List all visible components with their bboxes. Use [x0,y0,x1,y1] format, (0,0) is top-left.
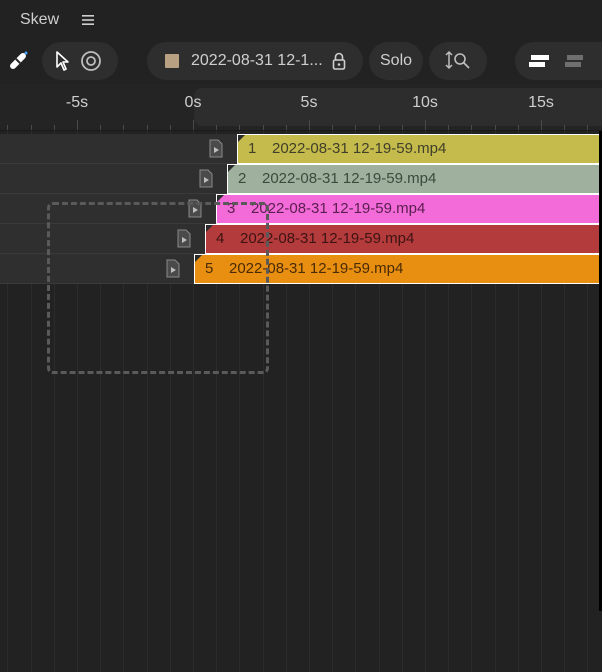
ruler-tick [263,125,264,130]
ruler-tick [402,125,403,130]
ruler-tick [518,125,519,130]
solo-label: Solo [380,52,413,69]
align-left-icon[interactable] [529,53,551,69]
ruler-tick [495,125,496,130]
ruler-tick [587,125,588,130]
cursor-arrow-icon[interactable] [56,51,70,71]
ruler-label: 5s [300,94,318,111]
clip-item[interactable]: 1 2022-08-31 12-19-59.mp4 [237,134,602,164]
target-icon[interactable] [80,50,102,72]
clip-start-marker [217,195,224,202]
clip-color-swatch [165,54,179,68]
clip-name: 2022-08-31 12-19-59.mp4 [251,200,426,217]
ruler-tick [564,125,565,130]
clip-name: 2022-08-31 12-1... [191,52,323,69]
solo-button[interactable]: Solo [369,42,423,80]
clip-start-marker [228,165,235,172]
track-header[interactable] [0,134,237,164]
ruler-tick [147,125,148,130]
ruler-tick [100,125,101,130]
ruler-tick [239,125,240,130]
tool-group [42,42,118,80]
clip-name: 2022-08-31 12-19-59.mp4 [262,170,437,187]
ruler-tick [471,125,472,130]
clip-index: 1 [248,140,257,157]
selection-marquee [47,202,269,374]
ruler-tick [355,125,356,130]
swap-search-button[interactable] [429,42,487,80]
video-file-icon[interactable] [199,169,213,188]
video-file-icon[interactable] [209,139,223,158]
magic-wand-icon[interactable] [6,49,30,73]
clip-start-marker [238,135,245,142]
ruler-tick [77,120,78,130]
ruler-tick [309,120,310,130]
time-ruler[interactable]: -5s 0s 5s 10s 15s [0,84,602,131]
ruler-tick [286,125,287,130]
ruler-tick [170,125,171,130]
ruler-tick [31,125,32,130]
hamburger-menu-icon[interactable] [82,14,94,26]
ruler-tick [448,125,449,130]
distribute-icon[interactable] [563,53,585,69]
clip-item[interactable]: 2 2022-08-31 12-19-59.mp4 [227,164,602,194]
panel-title: Skew [20,11,60,28]
clip-item[interactable]: 3 2022-08-31 12-19-59.mp4 [216,194,602,224]
track-header[interactable] [0,164,227,194]
ruler-tick [193,120,194,130]
ruler-tick [332,125,333,130]
ruler-label: -5s [65,94,89,111]
ruler-tick [379,125,380,130]
clip-selector[interactable]: 2022-08-31 12-1... [147,42,363,80]
toolbar: 2022-08-31 12-1... Solo [0,40,602,84]
ruler-label: 10s [412,94,438,111]
ruler-tick [541,120,542,130]
vertical-arrows-search-icon [445,50,470,70]
align-group [515,42,602,80]
lock-icon[interactable] [332,52,346,70]
ruler-label: 0s [184,94,202,111]
panel-header: Skew [0,0,602,40]
clip-index: 2 [238,170,247,187]
ruler-tick [216,125,217,130]
ruler-tick [123,125,124,130]
ruler-tick [54,125,55,130]
ruler-tick [425,120,426,130]
clip-name: 2022-08-31 12-19-59.mp4 [272,140,447,157]
ruler-label: 15s [528,94,554,111]
ruler-tick [7,125,8,130]
